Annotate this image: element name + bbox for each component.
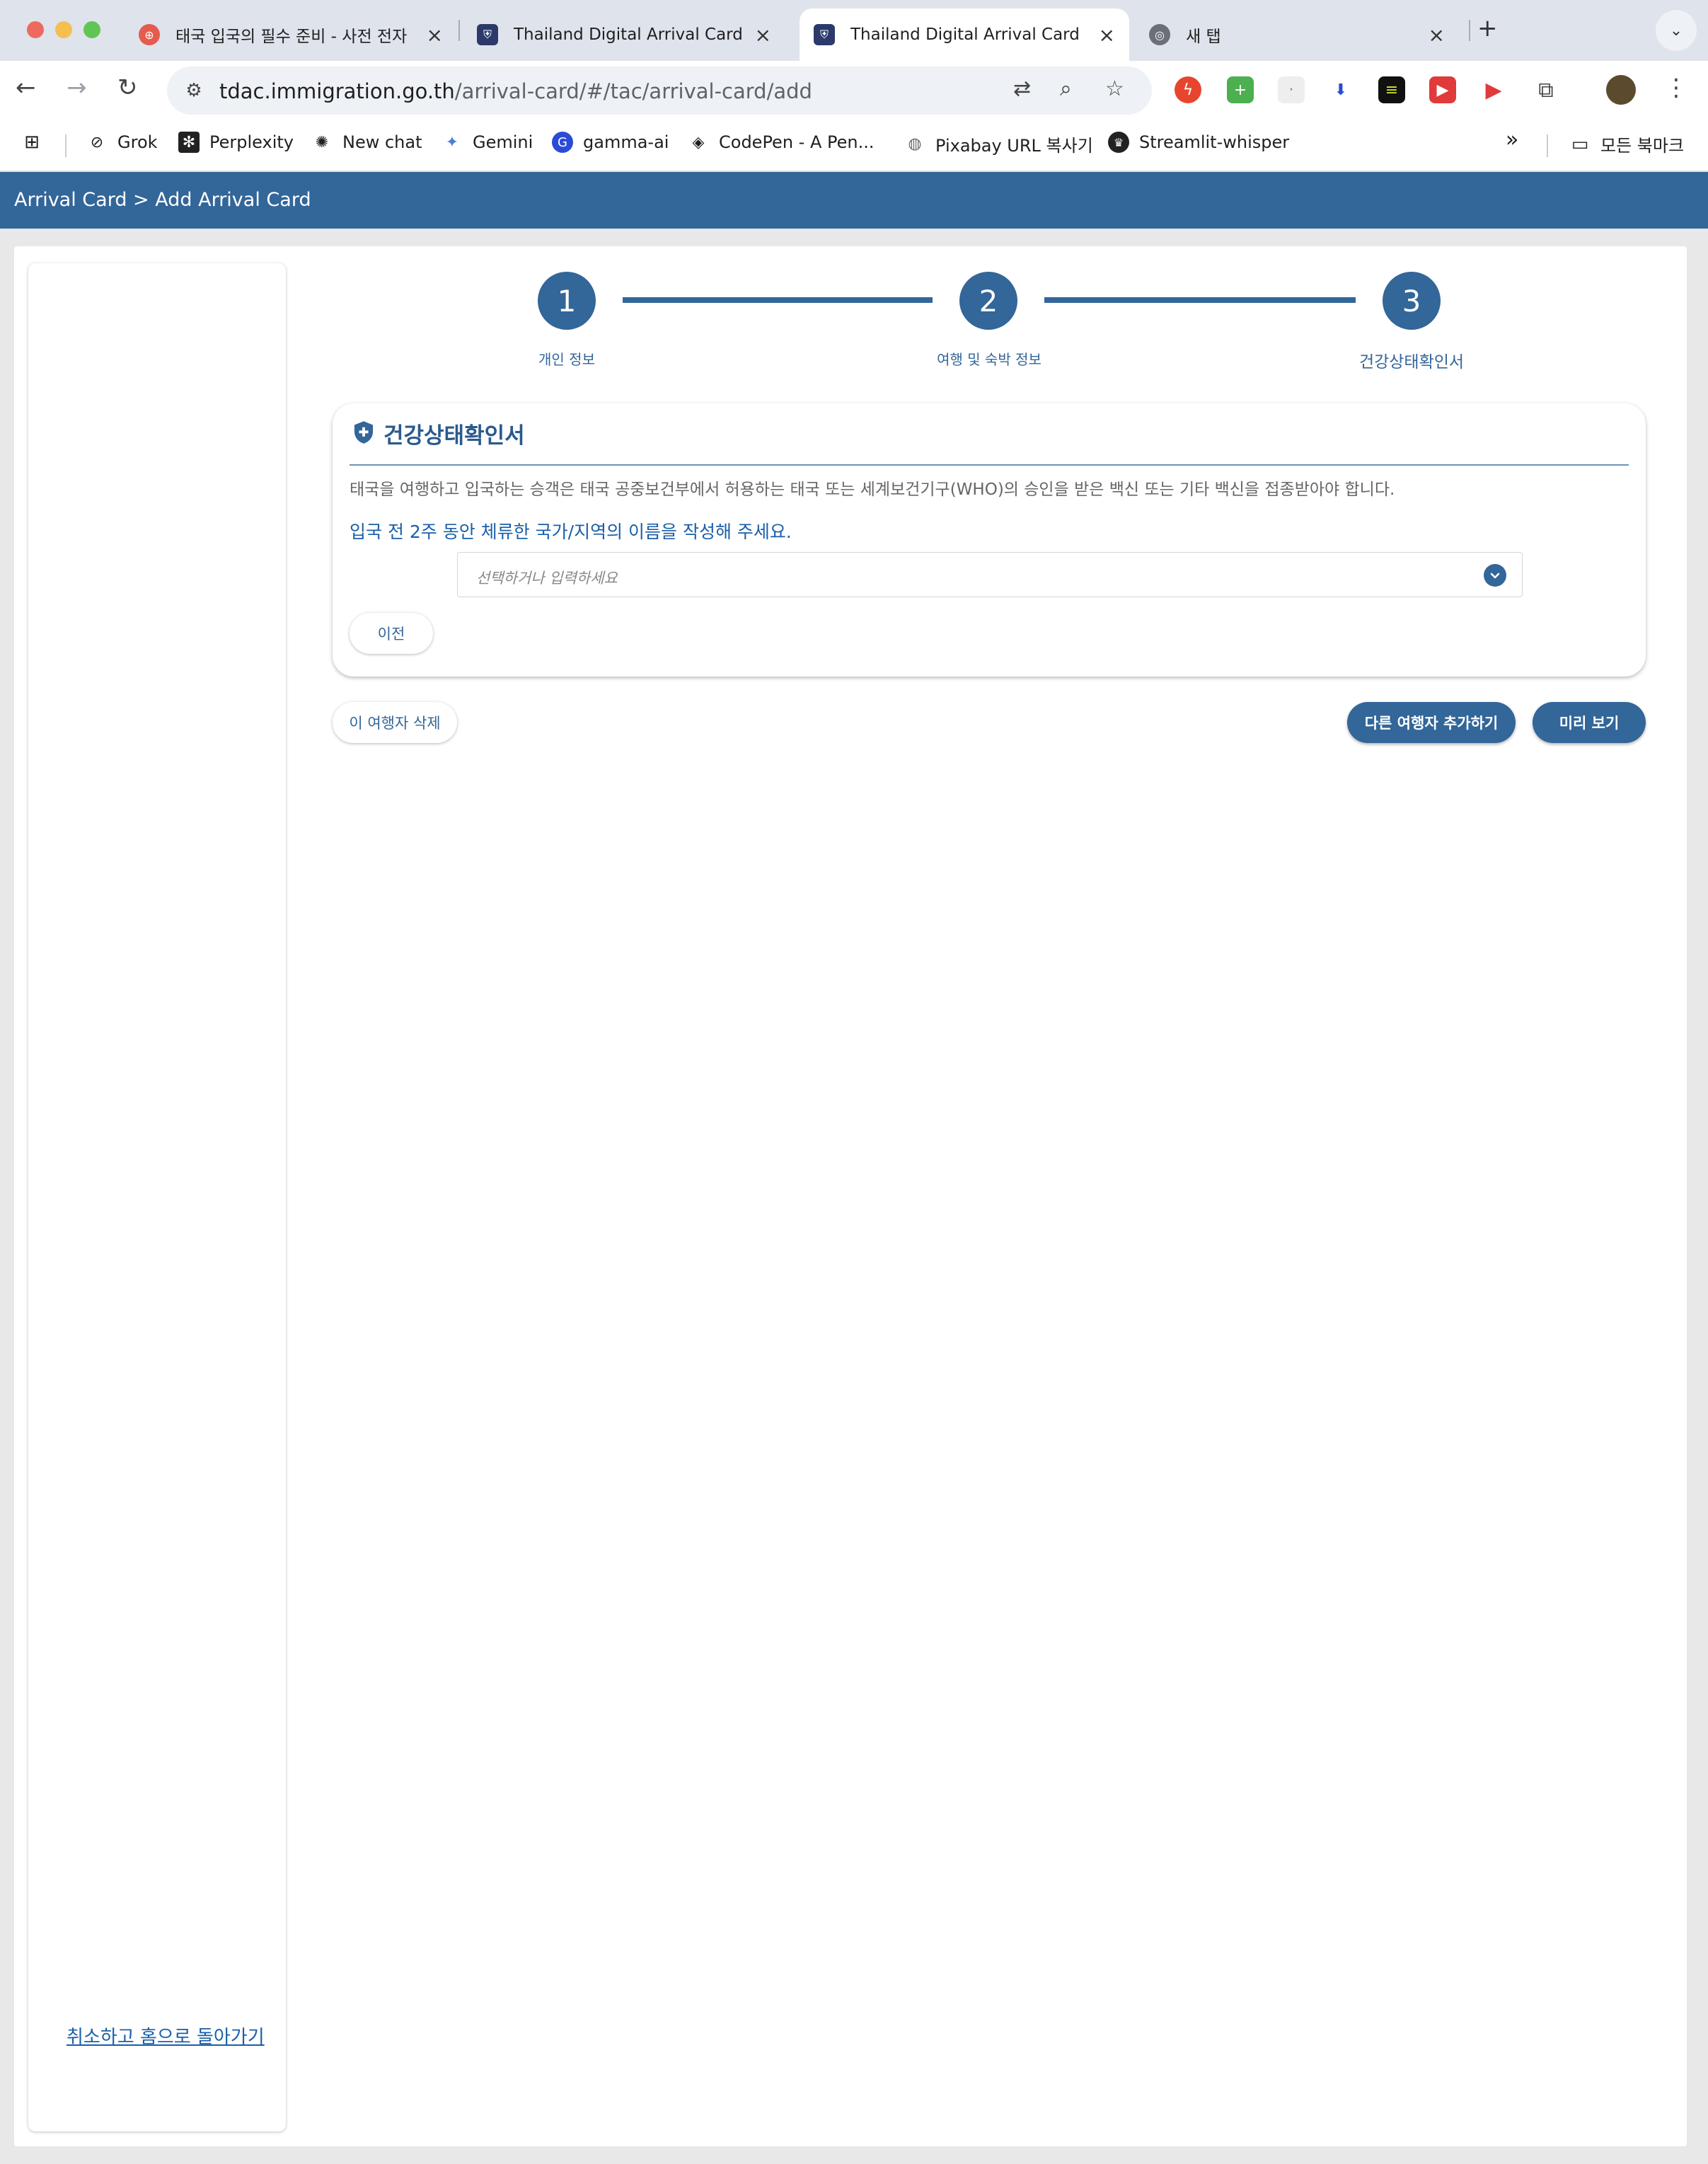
bookmark-star-icon[interactable]: ☆ [1105, 76, 1124, 101]
grok-icon: ⊘ [90, 133, 104, 151]
chevron-down-icon[interactable] [1484, 564, 1506, 587]
translate-icon[interactable]: ⇄ [1013, 76, 1031, 101]
step-3-label: 건강상태확인서 [1358, 353, 1465, 372]
bookmark-perplexity[interactable]: ✻ Perplexity [178, 132, 294, 153]
step-2-label: 여행 및 숙박 정보 [937, 351, 1041, 368]
breadcrumb: Arrival Card > Add Arrival Card [14, 189, 311, 211]
window-minimize-button[interactable] [55, 21, 72, 38]
vaccine-notice: 태국을 여행하고 입국하는 승객은 태국 공중보건부에서 허용하는 태국 또는 … [350, 480, 1395, 499]
url-text[interactable]: tdac.immigration.go.th/arrival-card/#/ta… [219, 79, 812, 103]
tab-title: 태국 입국의 필수 준비 - 사전 전자 [175, 28, 408, 46]
extension-download-icon[interactable]: ⬇ [1327, 76, 1354, 103]
extension-generic-icon[interactable]: · [1278, 76, 1305, 103]
step-connector-1 [623, 297, 933, 303]
forward-arrow-icon[interactable]: → [67, 74, 87, 102]
folder-icon: ▭ [1571, 133, 1589, 155]
shield-plus-icon [354, 421, 374, 444]
site-info-icon[interactable]: ⚙ [180, 76, 208, 105]
close-icon[interactable]: × [1099, 23, 1115, 47]
all-bookmarks-folder[interactable]: ▭ 모든 북마크 [1569, 132, 1684, 156]
sidebar: 취소하고 홈으로 돌아가기 [28, 263, 286, 2131]
tab-separator [458, 20, 460, 41]
close-icon[interactable]: × [1429, 23, 1445, 47]
crown-icon: ♛ [1108, 132, 1129, 153]
bookmark-codepen[interactable]: ◈ CodePen - A Pen... [688, 132, 875, 153]
back-arrow-icon[interactable]: ← [16, 74, 36, 102]
step-connector-2 [1044, 297, 1356, 303]
delete-traveler-button[interactable]: 이 여행자 삭제 [333, 702, 457, 743]
new-tab-button[interactable]: + [1477, 14, 1498, 42]
bookmark-pixabay[interactable]: ◍ Pixabay URL 복사기 [904, 132, 1092, 156]
health-title: 건강상태확인서 [383, 423, 525, 449]
country-select-placeholder: 선택하거나 입력하세요 [476, 570, 618, 587]
site-favicon-icon: ⊕ [139, 24, 160, 45]
reload-icon[interactable]: ↻ [117, 74, 138, 102]
tab-title: Thailand Digital Arrival Card [850, 25, 1080, 44]
extensions-puzzle-icon[interactable]: ⧉ [1533, 76, 1559, 103]
tab-title: 새 탭 [1186, 28, 1221, 46]
address-bar[interactable]: ⚙ tdac.immigration.go.th/arrival-card/#/… [167, 67, 1152, 115]
step-2-circle[interactable]: 2 [959, 272, 1017, 330]
bookmark-gemini[interactable]: ✦ Gemini [442, 132, 533, 153]
extension-stack-icon[interactable]: ≡ [1378, 76, 1405, 103]
close-icon[interactable]: × [755, 23, 771, 47]
close-icon[interactable]: × [427, 23, 443, 47]
browser-toolbar: ← → ↻ ⚙ tdac.immigration.go.th/arrival-c… [0, 61, 1708, 120]
profile-avatar[interactable] [1606, 75, 1636, 105]
codepen-icon: ◈ [692, 133, 705, 151]
zoom-icon[interactable]: ⌕ [1060, 76, 1072, 101]
browser-tab-3-active[interactable]: ⛨ Thailand Digital Arrival Card × [800, 8, 1129, 61]
bookmark-streamlit-whisper[interactable]: ♛ Streamlit-whisper [1108, 132, 1289, 153]
bookmarks-bar: ⊞ ⊘ Grok ✻ Perplexity ✺ New chat ✦ Gemini Gg… [0, 120, 1708, 171]
bookmark-grok[interactable]: ⊘ Grok [86, 132, 158, 153]
bookmark-separator [1547, 134, 1548, 157]
bookmarks-overflow-icon[interactable]: » [1506, 127, 1518, 152]
apps-grid-icon[interactable]: ⊞ [21, 132, 52, 153]
immigration-shield-icon: ⛨ [477, 24, 498, 45]
cancel-home-link[interactable]: 취소하고 홈으로 돌아가기 [67, 2022, 265, 2049]
gamma-icon: G [552, 132, 573, 153]
bookmark-gamma-ai[interactable]: Ggamma-ai [552, 132, 669, 153]
title-divider [350, 464, 1629, 466]
immigration-shield-icon: ⛨ [814, 24, 835, 45]
previous-button[interactable]: 이전 [350, 613, 433, 654]
browser-tabstrip: ⊕ 태국 입국의 필수 준비 - 사전 전자 × ⛨ Thailand Digi… [0, 0, 1708, 61]
extension-plus-icon[interactable]: + [1227, 76, 1254, 103]
gemini-sparkle-icon: ✦ [445, 133, 459, 151]
step-1-label: 개인 정보 [538, 351, 595, 368]
preview-button[interactable]: 미리 보기 [1533, 702, 1646, 743]
health-declaration-panel: 건강상태확인서 태국을 여행하고 입국하는 승객은 태국 공중보건부에서 허용하… [333, 403, 1646, 677]
app-header: Arrival Card > Add Arrival Card [0, 172, 1708, 229]
tab-list-chevron-icon[interactable]: ⌄ [1656, 10, 1697, 51]
perplexity-icon: ✻ [178, 132, 200, 153]
openai-icon: ✺ [315, 133, 329, 151]
add-traveler-button[interactable]: 다른 여행자 추가하기 [1347, 702, 1516, 743]
country-select[interactable]: 선택하거나 입력하세요 [457, 552, 1523, 597]
bookmark-separator [65, 134, 67, 157]
browser-tab-2[interactable]: ⛨ Thailand Digital Arrival Card × [463, 8, 785, 61]
window-maximize-button[interactable] [83, 21, 100, 38]
browser-tab-1[interactable]: ⊕ 태국 입국의 필수 준비 - 사전 전자 × [125, 8, 457, 61]
extension-play-icon[interactable]: ▶ [1480, 76, 1507, 103]
extension-shield-play-icon[interactable]: ▶ [1429, 76, 1456, 103]
step-3-circle[interactable]: 3 [1383, 272, 1441, 330]
chrome-icon: ◎ [1149, 24, 1170, 45]
browser-tab-4[interactable]: ◎ 새 탭 × [1135, 8, 1459, 61]
globe-icon: ◍ [908, 135, 922, 153]
step-1-circle[interactable]: 1 [538, 272, 596, 330]
tab-title: Thailand Digital Arrival Card [514, 25, 743, 44]
tab-separator [1469, 20, 1470, 41]
window-close-button[interactable] [27, 21, 44, 38]
extension-flash-icon[interactable]: ϟ [1175, 76, 1201, 103]
bookmark-new-chat[interactable]: ✺ New chat [311, 132, 422, 153]
country-prompt: 입국 전 2주 동안 체류한 국가/지역의 이름을 작성해 주세요. [350, 522, 792, 542]
browser-menu-icon[interactable]: ⋮ [1664, 74, 1688, 102]
